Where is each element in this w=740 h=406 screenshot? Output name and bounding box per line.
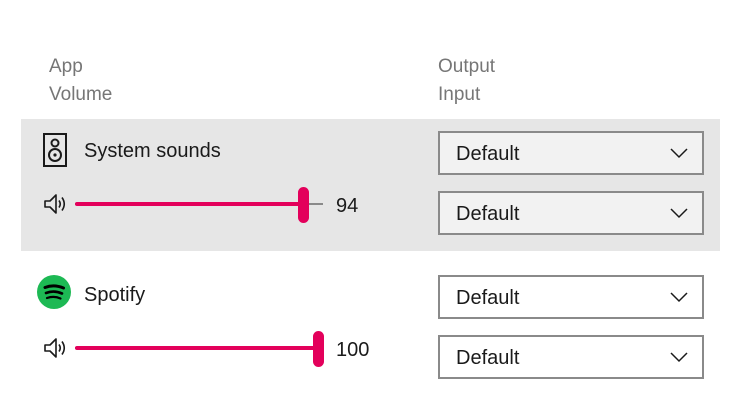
chevron-down-icon [670, 292, 688, 303]
chevron-down-icon [670, 148, 688, 159]
input-device-dropdown[interactable]: Default [438, 335, 704, 379]
app-header-label: App [49, 56, 83, 77]
input-header-label: Input [438, 84, 481, 105]
slider-thumb[interactable] [313, 331, 324, 367]
volume-slider[interactable] [75, 187, 327, 223]
output-header-label: Output [438, 56, 496, 77]
volume-value: 100 [336, 339, 370, 361]
input-device-dropdown[interactable]: Default [438, 191, 704, 235]
volume-value: 94 [336, 195, 359, 217]
output-input-header: Output Input [438, 53, 495, 109]
input-device-value: Default [456, 203, 520, 225]
output-device-dropdown[interactable]: Default [438, 275, 704, 319]
app-volume-header: App Volume [49, 53, 112, 109]
output-device-value: Default [456, 287, 520, 309]
output-device-dropdown[interactable]: Default [438, 131, 704, 175]
app-row-spotify[interactable]: Spotify 100 Default Default [21, 263, 720, 395]
output-device-value: Default [456, 143, 520, 165]
spotify-logo-icon [37, 275, 71, 309]
slider-fill [75, 346, 318, 350]
slider-fill [75, 202, 303, 206]
volume-speaker-icon[interactable] [43, 192, 71, 216]
slider-thumb[interactable] [298, 187, 309, 223]
volume-speaker-icon[interactable] [43, 336, 71, 360]
volume-header-label: Volume [49, 84, 113, 105]
app-name-label: System sounds [84, 140, 221, 162]
volume-slider[interactable] [75, 331, 327, 367]
chevron-down-icon [670, 352, 688, 363]
app-name-label: Spotify [84, 284, 146, 306]
input-device-value: Default [456, 347, 520, 369]
speaker-device-icon [43, 133, 67, 167]
chevron-down-icon [670, 208, 688, 219]
app-row-system-sounds[interactable]: System sounds 94 Default Default [21, 119, 720, 251]
